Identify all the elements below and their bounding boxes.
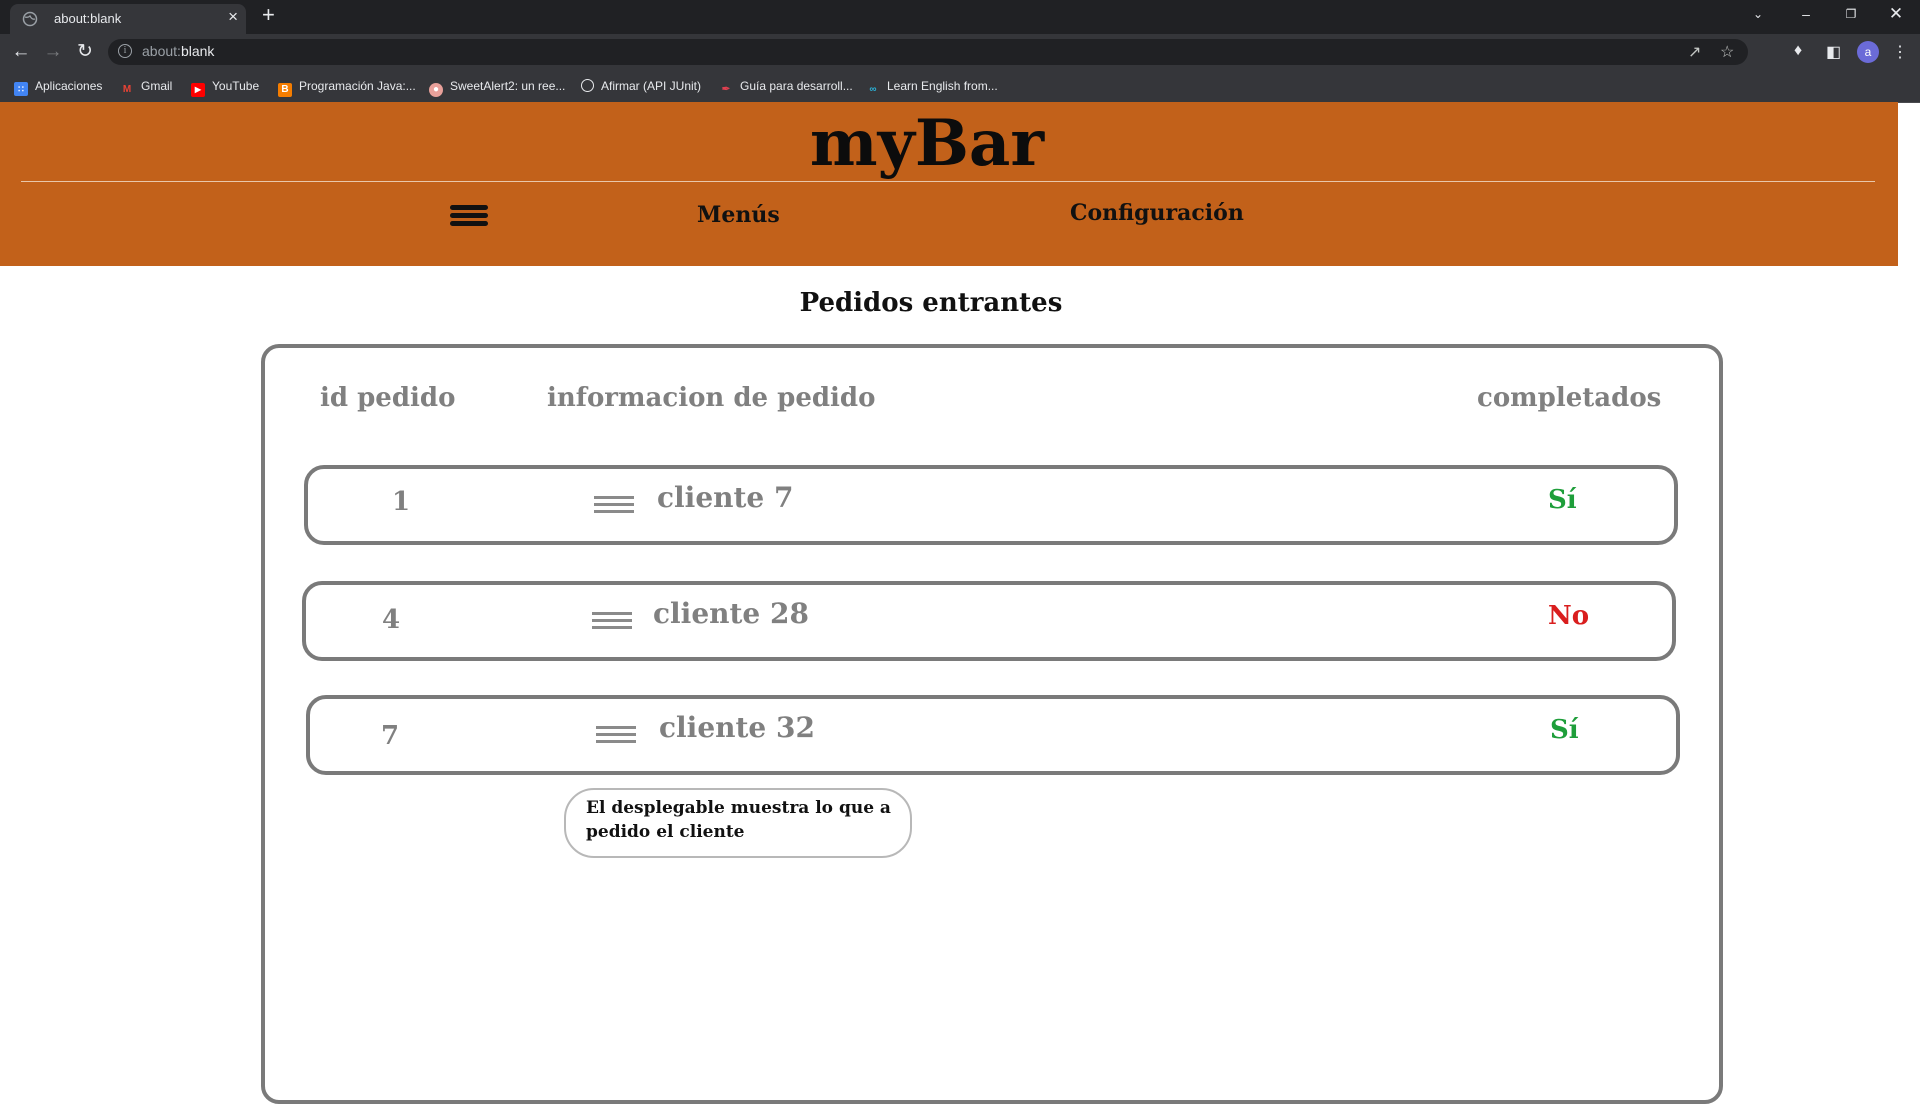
order-status: Sí [1548,485,1577,515]
order-id: 7 [381,721,400,751]
close-tab-icon[interactable]: × [228,7,238,27]
close-window-icon[interactable]: ✕ [1876,0,1916,30]
order-status: No [1548,601,1590,631]
browser-tab[interactable]: about:blank × [10,4,246,34]
bookmarks-bar: ∷ Aplicaciones M Gmail ▶ YouTube B Programac… [0,70,1920,103]
globe-icon [581,79,594,92]
page-title: Pedidos entrantes [799,288,1063,318]
globe-icon [22,11,38,27]
learn-english-icon: ∞ [869,84,877,95]
order-row: 1 cliente 7 Sí [304,465,1678,545]
profile-avatar[interactable]: a [1857,41,1879,63]
order-status: Sí [1550,715,1579,745]
browser-menu-icon[interactable]: ⋮ [1892,42,1908,62]
forward-arrow-icon[interactable]: → [39,38,67,66]
browser-tab-strip: about:blank × + ⌄ – ❐ ✕ [0,0,1920,34]
nav-menus-link[interactable]: Menús [697,202,780,228]
order-details-toggle-icon[interactable] [594,496,634,516]
browser-toolbar: ← → ↻ i about:blank ↗ ☆ ♦ ◧ a ⋮ [0,34,1920,70]
reload-icon[interactable]: ↻ [71,38,99,66]
order-client: cliente 7 [657,481,794,514]
order-client: cliente 28 [653,597,809,630]
order-details-toggle-icon[interactable] [596,726,636,746]
youtube-icon: ▶ [191,83,205,97]
back-arrow-icon[interactable]: ← [7,38,35,66]
bookmark-gmail[interactable]: M Gmail [120,77,173,95]
address-url: about:blank [142,43,215,59]
bookmark-afirmar-junit[interactable]: Afirmar (API JUnit) [581,77,701,95]
side-panel-icon[interactable]: ◧ [1826,42,1841,62]
tab-title: about:blank [54,11,122,26]
order-client: cliente 32 [659,711,815,744]
nav-config-link[interactable]: Configuración [1070,200,1244,226]
bookmark-sweetalert2[interactable]: ● SweetAlert2: un ree... [429,77,565,97]
order-id: 4 [382,605,401,635]
order-details-toggle-icon[interactable] [592,612,632,632]
apps-grid-icon: ∷ [14,82,28,96]
order-row: 4 cliente 28 No [302,581,1676,661]
share-icon[interactable]: ↗ [1688,42,1701,62]
column-header-done: completados [1477,383,1662,413]
gmail-icon: M [122,84,132,95]
hamburger-menu-icon[interactable] [450,205,488,227]
bookmark-programacion-java[interactable]: B Programación Java:... [278,77,416,97]
column-header-info: informacion de pedido [547,383,876,413]
bookmark-youtube[interactable]: ▶ YouTube [191,77,259,97]
bookmark-star-icon[interactable]: ☆ [1720,42,1734,62]
bookmark-learn-english[interactable]: ∞ Learn English from... [866,77,997,95]
column-header-id: id pedido [320,383,456,413]
sweetalert-icon: ● [429,83,443,97]
site-info-icon[interactable]: i [118,44,132,58]
order-row: 7 cliente 32 Sí [306,695,1680,775]
brand-logo[interactable]: myBar [0,106,1854,181]
new-tab-icon[interactable]: + [262,2,275,28]
blogger-icon: B [278,83,292,97]
bookmark-guia-desarrollo[interactable]: ✒ Guía para desarroll... [719,77,853,95]
annotation-note: El desplegable muestra lo que a pedido e… [564,788,912,858]
address-bar[interactable]: i about:blank ↗ ☆ [108,39,1748,65]
header-divider [21,181,1875,182]
extensions-icon[interactable]: ♦ [1794,42,1802,60]
restore-icon[interactable]: ❐ [1831,0,1871,30]
tab-search-icon[interactable]: ⌄ [1738,0,1778,30]
bookmark-apps[interactable]: ∷ Aplicaciones [14,77,102,96]
site-header: myBar Menús Configuración [0,102,1898,266]
minimize-icon[interactable]: – [1786,0,1826,30]
order-id: 1 [392,487,411,517]
annotation-text: El desplegable muestra lo que a pedido e… [586,798,891,842]
feather-icon: ✒ [721,84,731,95]
